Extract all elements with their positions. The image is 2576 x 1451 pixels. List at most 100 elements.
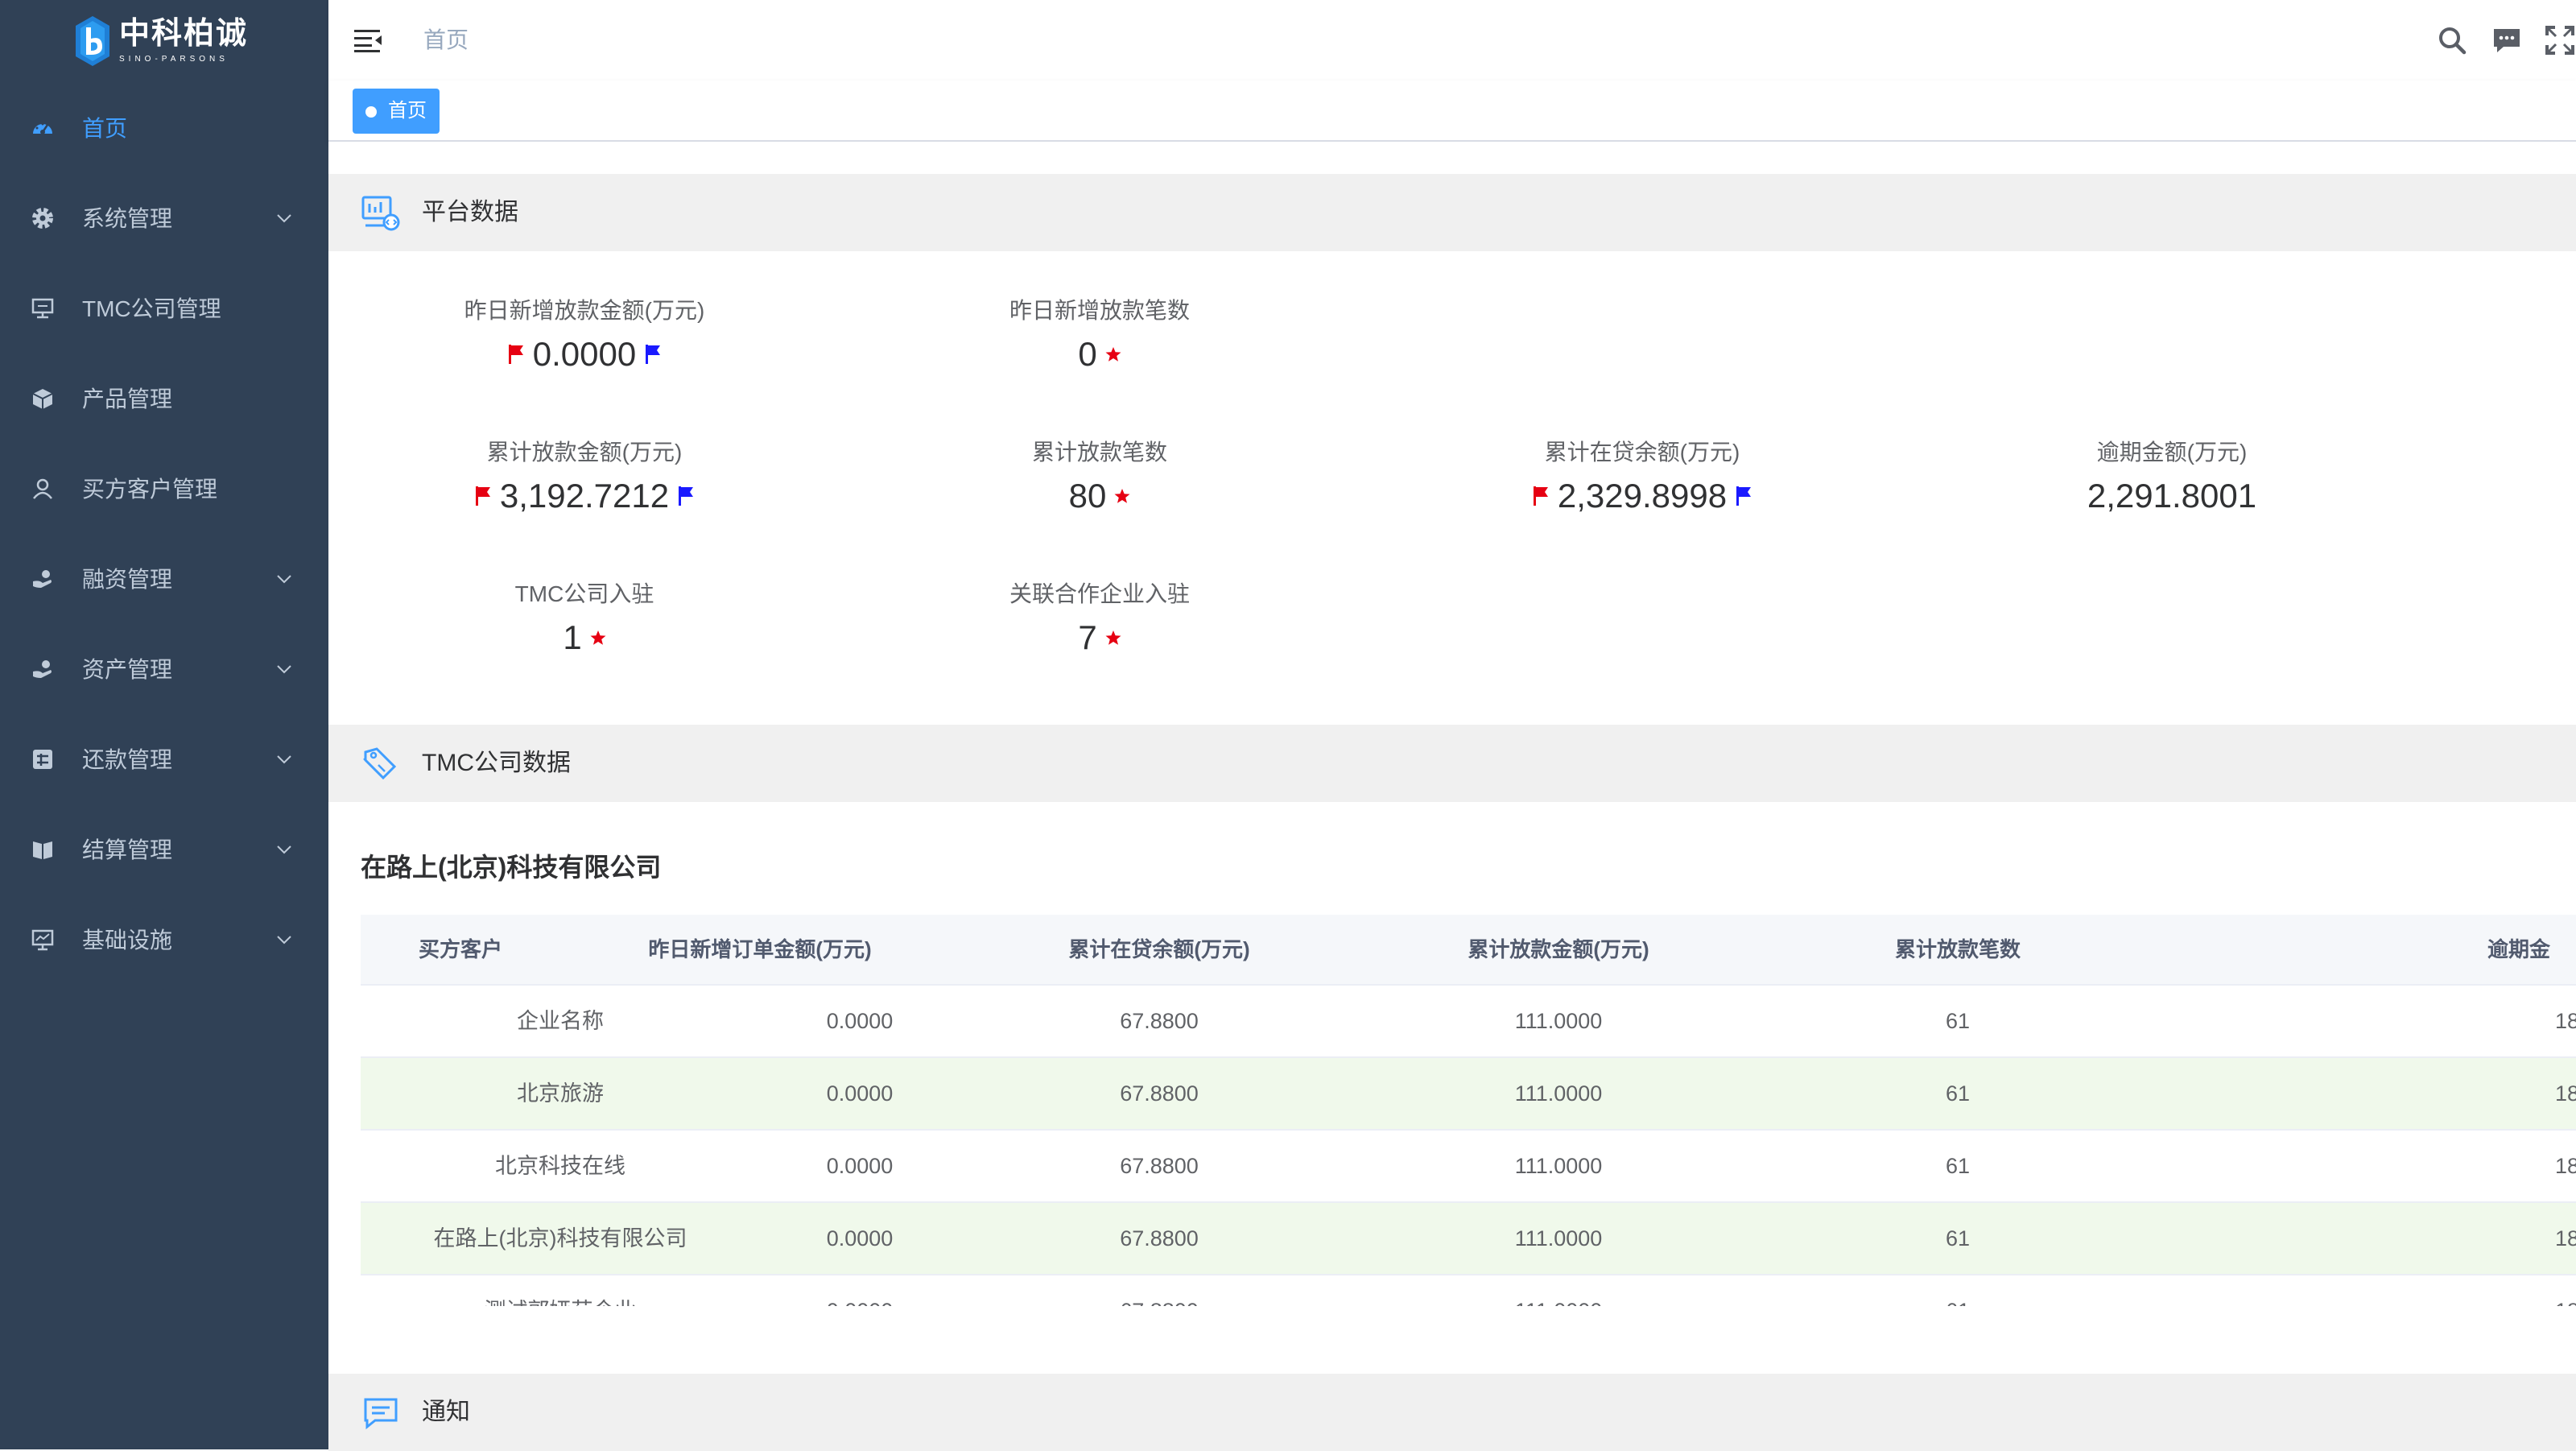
stat-value-row: 1 <box>415 615 753 660</box>
stat-value: 7 <box>1078 618 1097 656</box>
user-icon <box>33 478 52 499</box>
column-header[interactable]: 昨日新增订单金额(万元) <box>560 915 960 986</box>
chart-monitor-icon <box>31 929 54 951</box>
fullscreen-icon[interactable] <box>2544 24 2576 56</box>
table-cell: 0.0000 <box>760 1275 960 1306</box>
sidebar: 中科柏诚 SINO-PARSONS 首页 系统管理 TMC公司管理 产品管理 买… <box>0 0 328 1449</box>
sidebar-item-repayment[interactable]: 还款管理 <box>0 715 328 805</box>
section-title: 平台数据 <box>422 199 518 225</box>
table-cell: 18 <box>2555 1275 2576 1306</box>
sidebar-item-infrastructure[interactable]: 基础设施 <box>0 895 328 986</box>
red-flag-icon <box>1533 486 1548 506</box>
table-cell: 61 <box>1945 1154 1971 1178</box>
sidebar-item-financing[interactable]: 融资管理 <box>0 535 328 625</box>
chevron-down-icon <box>277 214 291 223</box>
table-cell: 111.0000 <box>1359 1275 1758 1306</box>
stat-label: 关联合作企业入驻 <box>1009 581 1190 606</box>
red-star-icon <box>1105 630 1121 645</box>
sidebar-item-label: TMC公司管理 <box>82 296 221 321</box>
hand-money-icon <box>33 570 52 588</box>
sidebar-item-tmc[interactable]: TMC公司管理 <box>0 264 328 354</box>
tmc-customer-table: 买方客户 昨日新增订单金额(万元) 累计在贷余额(万元) 累计放款金额(万元) … <box>361 915 2576 1306</box>
table-cell: 北京科技在线 <box>495 1154 625 1178</box>
red-star-icon <box>590 630 606 645</box>
table-cell: 18 <box>2555 1081 2576 1106</box>
brand-name: 中科柏诚 <box>119 17 249 51</box>
table-header-row: 买方客户 昨日新增订单金额(万元) 累计在贷余额(万元) 累计放款金额(万元) … <box>361 915 2576 986</box>
table-row[interactable]: 测试郭娅茹企业 0.0000 67.8800 111.0000 61 18 <box>361 1275 2576 1306</box>
column-header[interactable]: 逾期金 <box>2487 915 2576 986</box>
chevron-down-icon <box>277 936 291 945</box>
stat-value: 80 <box>1068 477 1107 515</box>
table-cell: 61 <box>1945 1226 1971 1251</box>
sidebar-item-label: 融资管理 <box>82 567 173 592</box>
tag-home[interactable]: 首页 <box>353 89 440 134</box>
table-cell: 61 <box>1758 1275 2157 1306</box>
section-title: TMC公司数据 <box>422 750 571 776</box>
table-cell: 61 <box>1945 1009 1971 1033</box>
brand-logo[interactable]: 中科柏诚 SINO-PARSONS <box>74 11 259 71</box>
stat-yesterday-loan-count: 昨日新增放款笔数 0 <box>931 295 1269 377</box>
red-flag-icon <box>475 486 490 506</box>
sidebar-item-label: 资产管理 <box>82 657 173 682</box>
table-row[interactable]: 企业名称 0.0000 67.8800 111.0000 61 18 <box>361 986 2576 1058</box>
tag-label: 首页 <box>388 100 427 122</box>
table-cell: 67.8800 <box>1120 1226 1199 1251</box>
stat-value-row: 80 <box>931 473 1269 519</box>
breadcrumb[interactable]: 首页 <box>423 0 469 81</box>
sidebar-item-label: 结算管理 <box>82 837 173 862</box>
table-cell: 67.8800 <box>960 1275 1359 1306</box>
blue-flag-icon <box>1736 486 1752 506</box>
sidebar-item-label: 还款管理 <box>82 747 173 772</box>
table-cell: 0.0000 <box>826 1226 894 1251</box>
sidebar-item-product[interactable]: 产品管理 <box>0 354 328 444</box>
table-cell: 18 <box>2555 1009 2576 1033</box>
column-header[interactable]: 累计放款金额(万元) <box>1359 915 1758 986</box>
section-title: 通知 <box>422 1399 470 1425</box>
stat-total-loan-amount: 累计放款金额(万元) 3,192.7212 <box>415 436 753 519</box>
table-cell: 北京旅游 <box>517 1081 604 1106</box>
search-icon[interactable] <box>2436 24 2468 56</box>
stat-value: 0.0000 <box>532 335 637 373</box>
table-cell: 67.8800 <box>1120 1009 1199 1033</box>
table-cell: 0.0000 <box>826 1154 894 1178</box>
logo-mark-icon <box>76 16 109 66</box>
table-row[interactable]: 在路上(北京)科技有限公司 0.0000 67.8800 111.0000 61… <box>361 1203 2576 1275</box>
tags-view: 首页 <box>328 81 2576 142</box>
stat-value-row: 2,291.8001 <box>2003 473 2341 519</box>
monitor-icon <box>31 298 54 319</box>
sidebar-item-settlement[interactable]: 结算管理 <box>0 805 328 895</box>
sidebar-item-home[interactable]: 首页 <box>0 84 328 174</box>
active-dot-icon <box>365 106 377 118</box>
sidebar-item-buyer[interactable]: 买方客户管理 <box>0 444 328 535</box>
stat-label: 逾期金额(万元) <box>2096 440 2248 465</box>
blue-flag-icon <box>679 486 694 506</box>
red-flag-icon <box>508 345 523 364</box>
stat-outstanding-balance: 累计在贷余额(万元) 2,329.8998 <box>1473 436 1811 519</box>
table-row[interactable]: 北京科技在线 0.0000 67.8800 111.0000 61 18 <box>361 1131 2576 1203</box>
stat-value-row: 3,192.7212 <box>415 473 753 519</box>
stat-value-row: 0.0000 <box>415 332 753 377</box>
company-name: 在路上(北京)科技有限公司 <box>361 853 662 882</box>
table-row[interactable]: 北京旅游 0.0000 67.8800 111.0000 61 18 <box>361 1058 2576 1131</box>
stat-label: 累计放款金额(万元) <box>486 440 683 465</box>
sidebar-item-system[interactable]: 系统管理 <box>0 174 328 264</box>
message-icon[interactable] <box>2491 24 2523 56</box>
table-cell: 0.0000 <box>826 1009 894 1033</box>
table-icon <box>33 750 52 769</box>
platform-data-header: 平台数据 <box>328 174 2576 251</box>
sidebar-item-assets[interactable]: 资产管理 <box>0 625 328 715</box>
table-cell: 111.0000 <box>1514 1009 1603 1033</box>
column-header[interactable]: 买方客户 <box>361 915 560 986</box>
table-cell: 61 <box>1945 1081 1971 1106</box>
menu-fold-icon[interactable] <box>354 27 383 53</box>
blue-flag-icon <box>646 345 661 364</box>
column-header[interactable]: 累计在贷余额(万元) <box>960 915 1359 986</box>
column-header[interactable]: 累计放款笔数 <box>1758 915 2157 986</box>
navbar: 首页 <box>328 0 2576 81</box>
stat-label: TMC公司入驻 <box>514 581 654 606</box>
sidebar-item-label: 系统管理 <box>82 206 173 231</box>
stat-yesterday-loan-amount: 昨日新增放款金额(万元) 0.0000 <box>415 295 753 377</box>
stat-overdue-amount: 逾期金额(万元) 2,291.8001 <box>2003 436 2341 519</box>
book-icon <box>33 841 52 859</box>
